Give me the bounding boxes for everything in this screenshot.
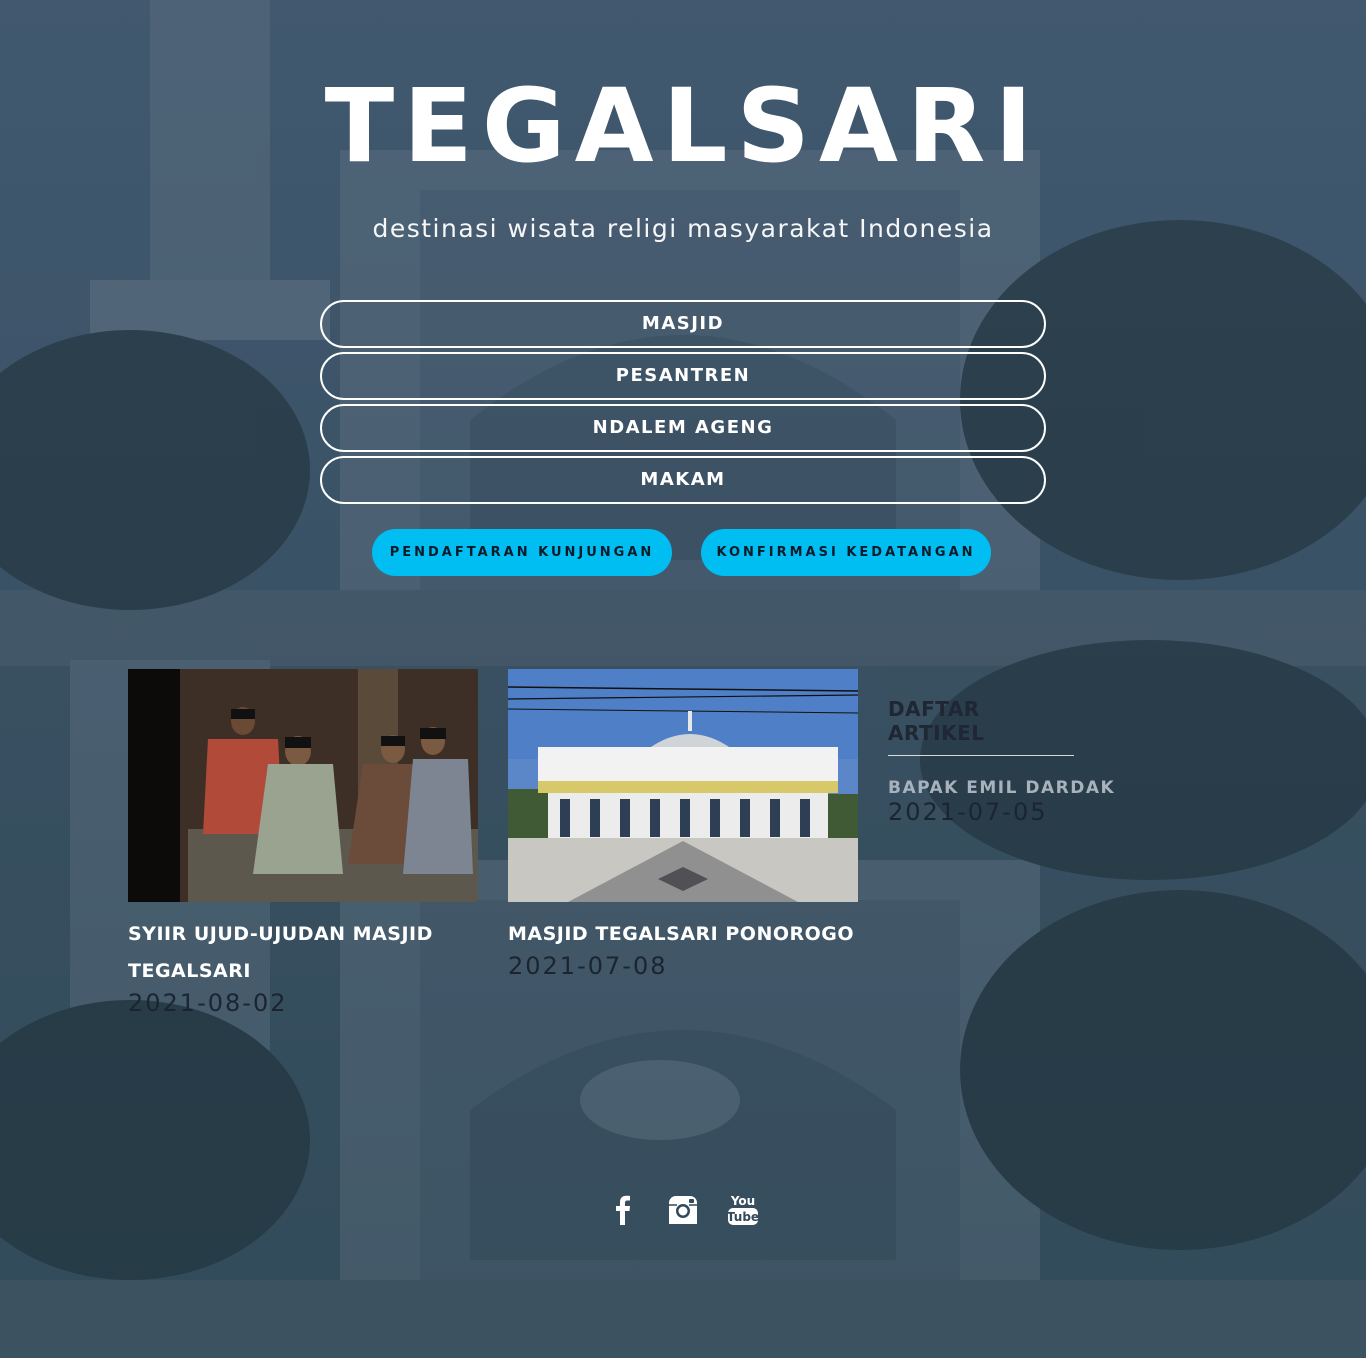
article-title[interactable]: SYIIR UJUD-UJUDAN MASJID TEGALSARI xyxy=(128,916,478,990)
article-date: 2021-08-02 xyxy=(128,989,288,1017)
article-card[interactable]: MASJID TEGALSARI PONOROGO 2021-07-08 xyxy=(508,669,858,979)
youtube-you-text: You xyxy=(730,1194,755,1208)
article-title[interactable]: MASJID TEGALSARI PONOROGO xyxy=(508,916,858,953)
sidebar-heading: DAFTAR ARTIKEL xyxy=(888,697,1074,756)
site-title: TEGALSARI xyxy=(324,67,1042,186)
article-card[interactable]: SYIIR UJUD-UJUDAN MASJID TEGALSARI 2021-… xyxy=(128,669,478,1016)
youtube-icon[interactable]: You Tube xyxy=(725,1192,761,1228)
arrival-confirmation-button[interactable]: KONFIRMASI KEDATANGAN xyxy=(701,529,991,576)
facebook-icon[interactable] xyxy=(605,1192,641,1228)
menu-item-makam[interactable]: MAKAM xyxy=(320,456,1046,504)
sidebar-article-link[interactable]: BAPAK EMIL DARDAK xyxy=(888,778,1188,798)
site-tagline: destinasi wisata religi masyarakat Indon… xyxy=(372,214,994,243)
menu-item-ndalem-ageng[interactable]: NDALEM AGENG xyxy=(320,404,1046,452)
youtube-tube-text: Tube xyxy=(727,1210,759,1224)
article-list-sidebar: DAFTAR ARTIKEL BAPAK EMIL DARDAK 2021-07… xyxy=(888,697,1188,826)
sidebar-article-date: 2021-07-05 xyxy=(888,798,1048,826)
menu-item-masjid[interactable]: MASJID xyxy=(320,300,1046,348)
instagram-icon[interactable] xyxy=(665,1192,701,1228)
registration-button[interactable]: PENDAFTARAN KUNJUNGAN xyxy=(372,529,672,576)
social-links: You Tube xyxy=(0,1192,1366,1228)
article-thumbnail[interactable] xyxy=(128,669,478,902)
article-date: 2021-07-08 xyxy=(508,952,668,980)
category-menu: MASJID PESANTREN NDALEM AGENG MAKAM xyxy=(320,300,1046,508)
article-thumbnail[interactable] xyxy=(508,669,858,902)
menu-item-pesantren[interactable]: PESANTREN xyxy=(320,352,1046,400)
page-content: TEGALSARI destinasi wisata religi masyar… xyxy=(0,0,1366,1358)
